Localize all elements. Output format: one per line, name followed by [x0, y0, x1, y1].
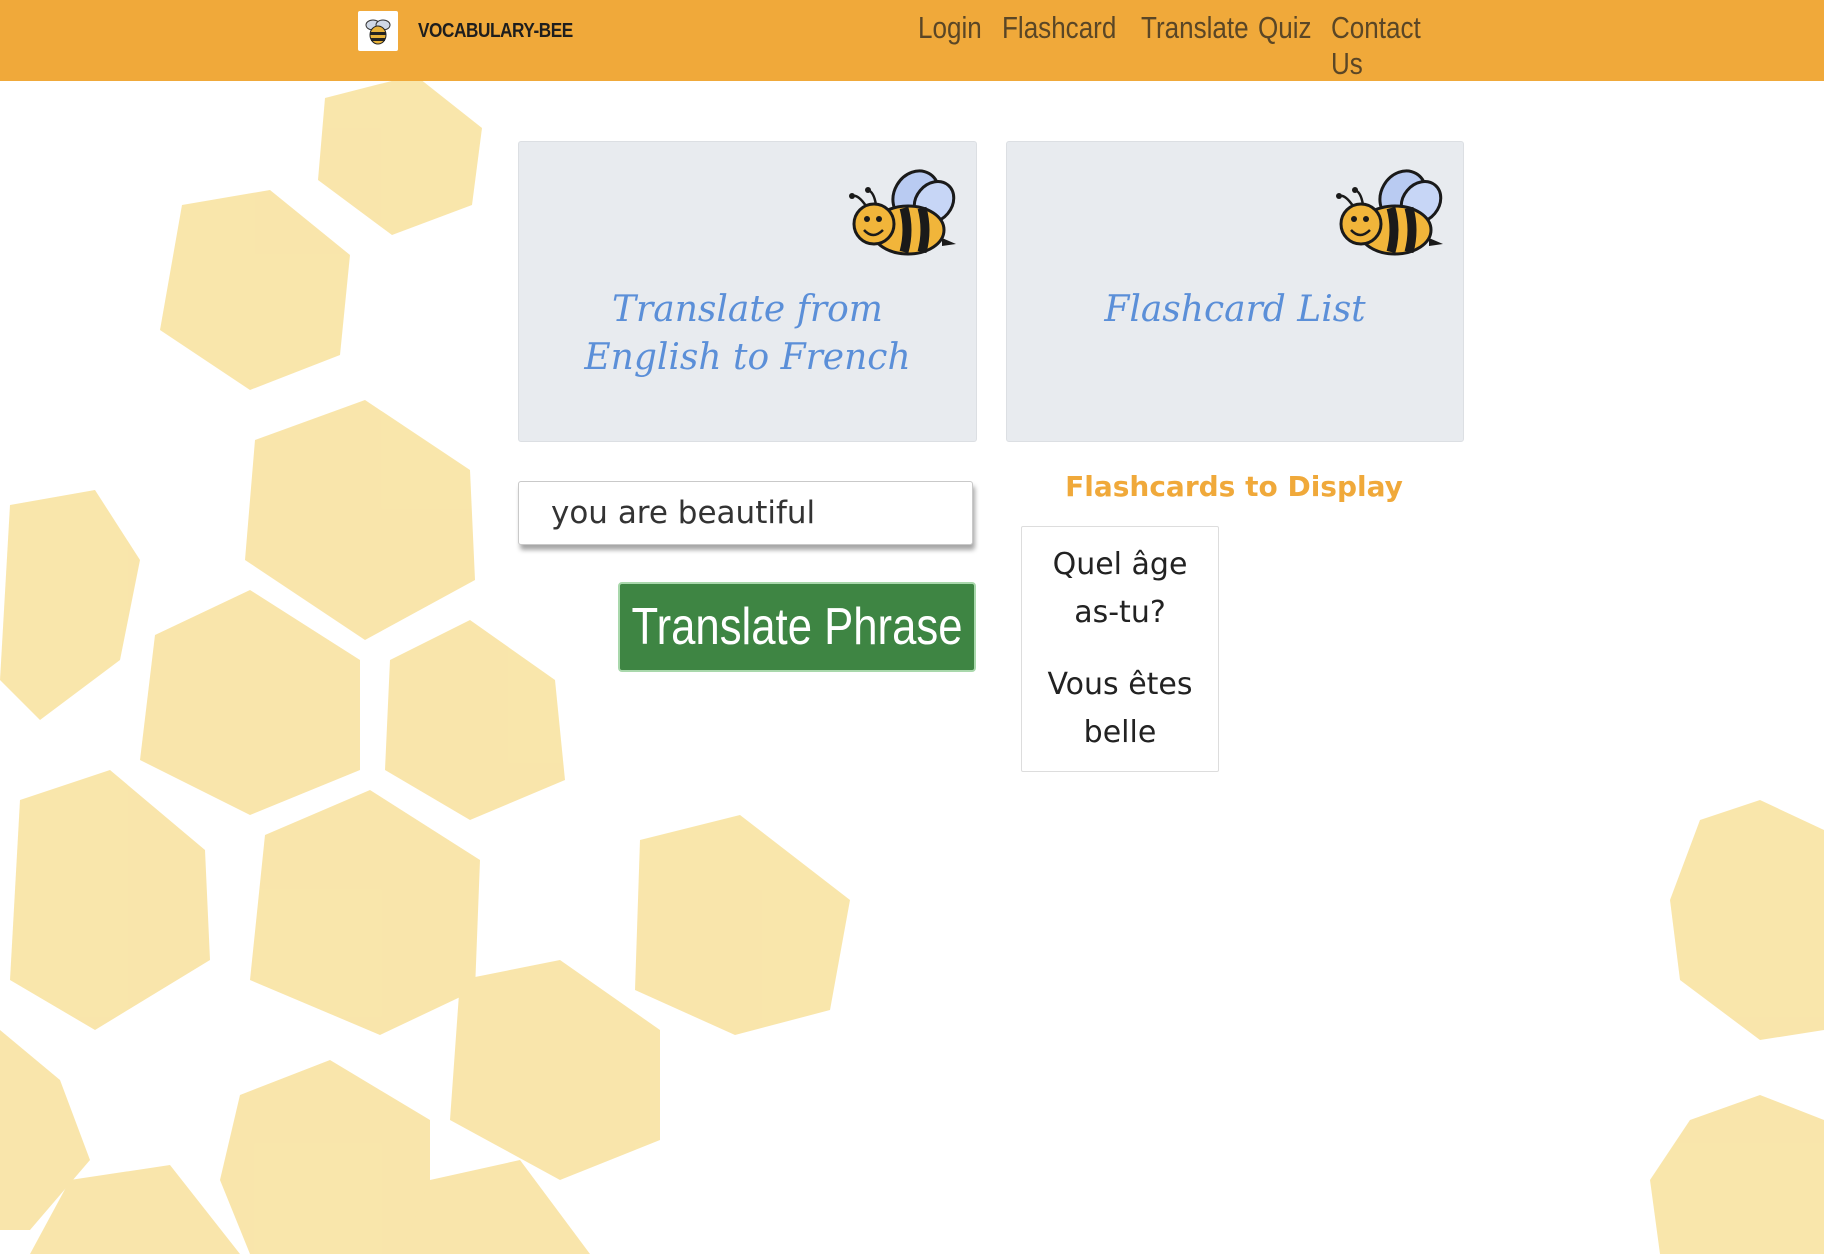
navbar: VOCABULARY-BEE Login Flashcard Translate… — [0, 0, 1824, 81]
bee-logo-icon — [358, 11, 398, 51]
flashcard-item[interactable]: Vous êtes belle — [1030, 661, 1210, 757]
flashcard-list: Quel âge as-tu? Vous êtes belle — [1021, 526, 1219, 772]
nav-contact-us[interactable]: Contact Us — [1331, 10, 1457, 82]
brand-name: VOCABULARY-BEE — [418, 19, 573, 42]
nav-translate[interactable]: Translate — [1141, 10, 1249, 82]
translate-card: Translate from English to French — [518, 141, 977, 442]
translate-button-label: Translate Phrase — [631, 598, 963, 656]
flashcard-card-title: Flashcard List — [1104, 289, 1366, 330]
translate-phrase-button[interactable]: Translate Phrase — [618, 582, 976, 672]
flashcards-heading: Flashcards to Display — [1065, 470, 1403, 503]
flashcard-list-card: Flashcard List — [1006, 141, 1464, 442]
brand-link[interactable]: VOCABULARY-BEE — [358, 11, 598, 51]
nav-flashcard[interactable]: Flashcard — [1002, 10, 1116, 82]
flashcard-item[interactable]: Quel âge as-tu? — [1030, 541, 1210, 637]
nav-login[interactable]: Login — [918, 10, 982, 82]
translate-card-title: Translate from English to French — [584, 289, 911, 378]
nav-quiz[interactable]: Quiz — [1258, 10, 1312, 82]
nav-links: Login Flashcard Translate Quiz Contact U… — [918, 10, 1481, 82]
bee-icon — [849, 169, 956, 256]
page: VOCABULARY-BEE Login Flashcard Translate… — [0, 0, 1824, 1254]
phrase-input[interactable] — [518, 481, 973, 545]
bee-icon — [1336, 169, 1443, 256]
